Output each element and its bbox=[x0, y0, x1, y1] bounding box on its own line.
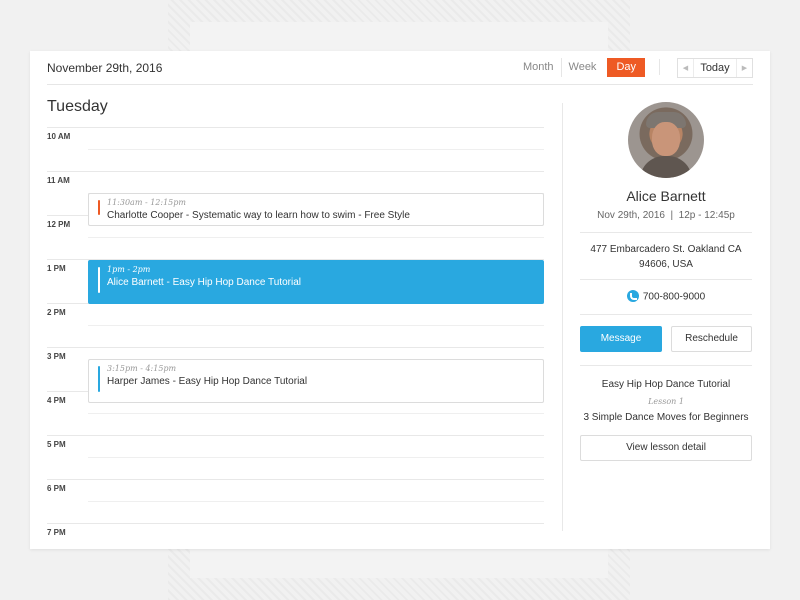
hour-label: 6 PM bbox=[47, 484, 66, 493]
hour-row: 6 PM bbox=[47, 479, 544, 523]
panel-divider bbox=[562, 103, 563, 531]
attendee-phone[interactable]: 700-800-9000 bbox=[580, 290, 752, 303]
divider bbox=[580, 365, 752, 366]
event-charlotte-cooper[interactable]: 11:30am - 12:15pm Charlotte Cooper - Sys… bbox=[88, 193, 544, 226]
hour-label: 10 AM bbox=[47, 132, 71, 141]
divider bbox=[580, 232, 752, 233]
month-view-button[interactable]: Month bbox=[516, 58, 561, 77]
reschedule-button[interactable]: Reschedule bbox=[671, 326, 752, 352]
phone-number: 700-800-9000 bbox=[642, 291, 706, 303]
day-timeline: 10 AM 11 AM 12 PM 1 PM 2 PM 3 PM 4 PM 5 … bbox=[47, 127, 544, 547]
lesson-title: 3 Simple Dance Moves for Beginners bbox=[583, 412, 749, 423]
event-title: Charlotte Cooper - Systematic way to lea… bbox=[107, 210, 410, 221]
week-view-button[interactable]: Week bbox=[560, 58, 604, 77]
lesson-number: Lesson 1 bbox=[648, 397, 684, 406]
course-title: Easy Hip Hop Dance Tutorial bbox=[601, 379, 731, 390]
hour-label: 11 AM bbox=[47, 176, 70, 185]
calendar-toolbar: November 29th, 2016 Month Week Day ◀ Tod… bbox=[47, 51, 753, 85]
current-date: November 29th, 2016 bbox=[47, 61, 163, 75]
divider bbox=[580, 279, 752, 280]
appointment-time: Nov 29th, 2016 | 12p - 12:45p bbox=[597, 210, 735, 221]
event-alice-barnett[interactable]: 1pm - 2pm Alice Barnett - Easy Hip Hop D… bbox=[88, 260, 544, 304]
event-time: 3:15pm - 4:15pm bbox=[107, 364, 177, 373]
divider bbox=[580, 314, 752, 315]
calendar-card: November 29th, 2016 Month Week Day ◀ Tod… bbox=[30, 51, 770, 549]
message-button[interactable]: Message bbox=[580, 326, 662, 352]
event-color-bar bbox=[98, 366, 100, 392]
address-line-1: 477 Embarcadero St. Oakland CA bbox=[590, 244, 742, 255]
event-time: 11:30am - 12:15pm bbox=[107, 198, 186, 207]
hour-label: 5 PM bbox=[47, 440, 66, 449]
attendee-name: Alice Barnett bbox=[626, 188, 706, 204]
action-buttons: Message Reschedule bbox=[580, 326, 752, 352]
view-lesson-detail-button[interactable]: View lesson detail bbox=[580, 435, 752, 461]
event-title: Harper James - Easy Hip Hop Dance Tutori… bbox=[107, 376, 308, 387]
chevron-right-icon[interactable]: ▶ bbox=[737, 64, 752, 72]
view-switcher: Month Week Day bbox=[516, 58, 645, 77]
hour-label: 12 PM bbox=[47, 220, 71, 229]
hour-label: 4 PM bbox=[47, 396, 66, 405]
address-line-2: 94606, USA bbox=[639, 259, 693, 270]
hour-row: 7 PM bbox=[47, 523, 544, 567]
hour-row: 2 PM bbox=[47, 303, 544, 347]
event-color-bar bbox=[98, 200, 100, 215]
event-time: 1pm - 2pm bbox=[107, 265, 151, 274]
event-color-bar bbox=[98, 267, 100, 293]
hour-row: 10 AM bbox=[47, 127, 544, 171]
date-navigator: ◀ Today ▶ bbox=[677, 58, 753, 78]
event-title: Alice Barnett - Easy Hip Hop Dance Tutor… bbox=[107, 277, 301, 288]
hour-label: 3 PM bbox=[47, 352, 66, 361]
hour-row: 5 PM bbox=[47, 435, 544, 479]
hour-label: 2 PM bbox=[47, 308, 66, 317]
hour-label: 7 PM bbox=[47, 528, 66, 537]
toolbar-divider bbox=[659, 59, 660, 75]
event-harper-james[interactable]: 3:15pm - 4:15pm Harper James - Easy Hip … bbox=[88, 359, 544, 403]
hour-label: 1 PM bbox=[47, 264, 66, 273]
day-title: Tuesday bbox=[47, 98, 108, 115]
chevron-left-icon[interactable]: ◀ bbox=[678, 64, 693, 72]
avatar bbox=[628, 102, 704, 178]
day-view-button[interactable]: Day bbox=[607, 58, 645, 77]
phone-icon bbox=[626, 290, 639, 302]
attendee-address: 477 Embarcadero St. Oakland CA 94606, US… bbox=[580, 242, 752, 272]
today-button[interactable]: Today bbox=[693, 59, 737, 77]
